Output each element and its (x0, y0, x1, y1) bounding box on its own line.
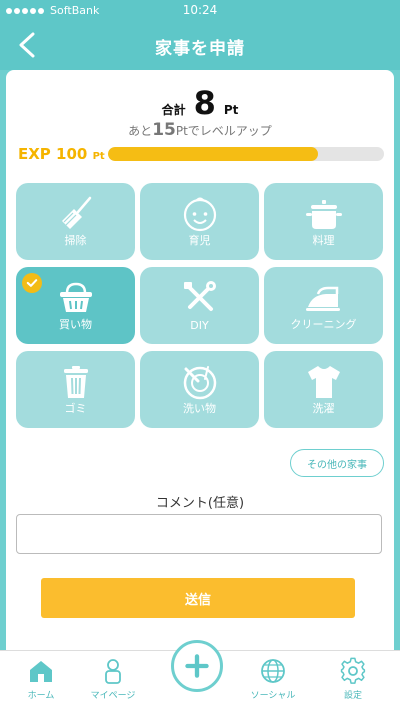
chore-tile-diy[interactable]: DIY (140, 267, 259, 344)
chore-label: 洗濯 (312, 402, 335, 415)
add-chore-button[interactable] (171, 640, 223, 692)
submit-button[interactable]: 送信 (41, 578, 355, 618)
chore-label: 料理 (312, 234, 335, 247)
nav-bar: 家事を申請 (0, 20, 400, 70)
globe-icon (261, 659, 285, 683)
page-title: 家事を申請 (155, 39, 245, 59)
total-points: 合計 8 Pt (6, 84, 394, 122)
gear-icon (340, 657, 366, 684)
chore-tile-cooking[interactable]: 料理 (264, 183, 383, 260)
chore-label: 掃除 (64, 234, 87, 247)
person-icon (105, 659, 121, 684)
comment-input[interactable] (16, 514, 382, 554)
home-icon (30, 661, 52, 682)
chore-tile-laundry-cleaning[interactable]: クリーニング (264, 267, 383, 344)
tab-home[interactable]: ホーム (6, 657, 76, 701)
exp-unit: Pt (92, 151, 105, 162)
levelup-points: 15 (152, 120, 176, 140)
shirt-icon (307, 366, 340, 398)
levelup-text: あと15Ptでレベルアップ (6, 120, 394, 140)
baby-icon (183, 197, 216, 232)
chore-label: 育児 (188, 234, 211, 247)
dish-icon (183, 366, 216, 400)
total-value: 8 (193, 84, 216, 122)
tab-mypage[interactable]: マイページ (78, 657, 148, 701)
exp-progress-bar (108, 147, 384, 161)
chore-label: DIY (190, 319, 209, 332)
basket-icon (59, 282, 92, 312)
exp-progress-fill (108, 147, 318, 161)
broom-icon (61, 196, 91, 229)
total-unit: Pt (223, 103, 239, 117)
pot-icon (305, 200, 342, 229)
chore-tile-childcare[interactable]: 育児 (140, 183, 259, 260)
total-label: 合計 (161, 103, 186, 117)
trash-icon (63, 366, 88, 398)
exp-value: EXP 100 (18, 145, 88, 163)
other-chores-button[interactable]: その他の家事 (290, 449, 384, 477)
levelup-suffix: Ptでレベルアップ (175, 124, 272, 138)
tab-label: マイページ (90, 691, 136, 701)
status-time: 10:24 (182, 3, 218, 17)
chore-tile-cleaning[interactable]: 掃除 (16, 183, 135, 260)
chore-tile-dishes[interactable]: 洗い物 (140, 351, 259, 428)
exp-label: EXP 100 Pt (18, 145, 105, 163)
chore-grid: 掃除 育児 料理 買い物 DIY クリーニング ゴミ 洗い物 洗濯 (16, 183, 384, 428)
chore-tile-garbage[interactable]: ゴミ (16, 351, 135, 428)
request-card: 合計 8 Pt あと15Ptでレベルアップ EXP 100 Pt 掃除 育児 料… (6, 70, 394, 650)
chore-label: 買い物 (59, 318, 92, 331)
chore-label: クリーニング (290, 318, 357, 331)
chore-tile-washing[interactable]: 洗濯 (264, 351, 383, 428)
status-bar: SoftBank 10:24 (0, 0, 400, 20)
tab-label: ソーシャル (250, 691, 296, 701)
tab-settings[interactable]: 設定 (318, 657, 388, 701)
levelup-prefix: あと (128, 124, 153, 138)
iron-icon (305, 286, 340, 311)
chore-label: 洗い物 (183, 402, 216, 415)
comment-label: コメント(任意) (155, 496, 245, 511)
tab-social[interactable]: ソーシャル (238, 657, 308, 701)
tab-label: ホーム (27, 691, 55, 701)
tools-icon (183, 281, 216, 311)
tab-label: 設定 (343, 691, 362, 701)
chore-tile-shopping[interactable]: 買い物 (16, 267, 135, 344)
chore-label: ゴミ (64, 402, 87, 415)
plus-icon (185, 654, 209, 678)
